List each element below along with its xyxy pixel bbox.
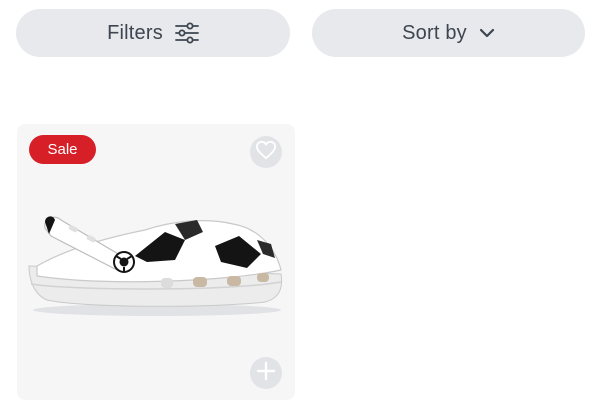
filters-label: Filters [107, 21, 163, 44]
filters-button[interactable]: Filters [16, 9, 290, 57]
sort-by-button[interactable]: Sort by [312, 9, 585, 57]
sort-by-label: Sort by [402, 21, 467, 44]
add-to-cart-button[interactable] [250, 357, 282, 389]
product-card[interactable]: Sale [17, 124, 295, 400]
plus-icon [256, 361, 276, 386]
product-image[interactable] [25, 210, 287, 318]
favorite-button[interactable] [250, 136, 282, 168]
heart-icon [255, 140, 277, 165]
filter-sort-toolbar: Filters Sort by [16, 9, 585, 57]
sale-badge: Sale [29, 135, 96, 164]
chevron-down-icon [479, 28, 495, 38]
sliders-icon [175, 22, 199, 44]
